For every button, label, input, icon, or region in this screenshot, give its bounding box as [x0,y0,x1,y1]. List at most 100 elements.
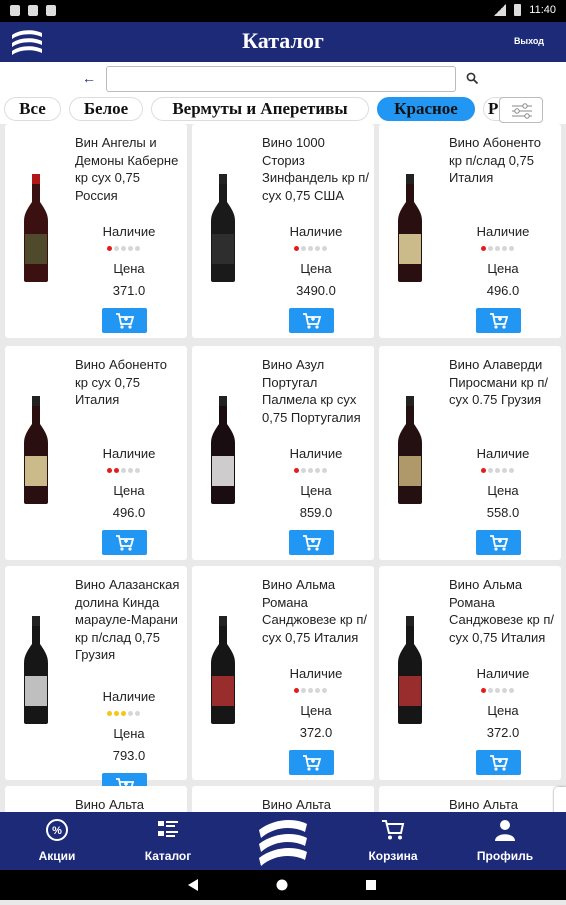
price-value: 3490.0 [296,283,336,298]
search-icon[interactable] [466,72,479,85]
product-card[interactable]: Вино 1000 Сториз Зинфандель кр п/сух 0,7… [192,124,374,338]
price-value: 372.0 [486,725,520,740]
stock-level-indicator [107,246,140,251]
wine-bottle-image [24,616,48,724]
add-to-cart-button[interactable] [476,750,521,775]
stock-label: Наличие [289,224,343,239]
stock-label: Наличие [476,666,530,681]
stock-label: Наличие [289,446,343,461]
add-to-cart-button[interactable] [289,750,334,775]
brand-logo-icon[interactable] [255,814,311,870]
catalog-list-icon [158,821,178,837]
product-card[interactable]: Вино Алазанская долина Кинда марауле-Мар… [5,566,187,798]
nav-profile[interactable]: Профиль [460,812,550,870]
clock: 11:40 [529,4,556,16]
price-label: Цена [300,483,332,498]
nav-promos-label: Акции [38,849,76,863]
chip-red[interactable]: Красное [377,97,475,121]
add-to-cart-button[interactable] [476,308,521,333]
system-recents-icon[interactable] [366,880,376,890]
price-label: Цена [487,703,519,718]
nav-profile-label: Профиль [476,849,534,863]
nav-cart-label: Корзина [368,849,418,863]
product-card[interactable]: Вино Азул Португал Палмела кр сух 0,75 П… [192,346,374,560]
stock-label: Наличие [102,224,156,239]
price-value: 371.0 [112,283,146,298]
stock-label: Наличие [289,666,343,681]
battery-icon [514,4,522,16]
nav-catalog[interactable]: Каталог [123,812,213,870]
search-row: ← [0,62,566,96]
bottom-navigation: % Акции Каталог Корзина Профиль [0,812,566,870]
price-label: Цена [300,703,332,718]
stock-level-indicator [481,246,514,251]
add-to-cart-button[interactable] [476,530,521,555]
product-name: Вино Абоненто кр сух 0,75 Италия [75,357,167,407]
search-input[interactable] [106,66,456,92]
add-to-cart-button[interactable] [289,530,334,555]
add-to-cart-icon [490,535,509,551]
add-to-cart-icon [490,313,509,329]
add-to-cart-button[interactable] [289,308,334,333]
price-value: 859.0 [299,505,333,520]
stock-label: Наличие [476,224,530,239]
price-label: Цена [300,261,332,276]
price-value: 496.0 [486,283,520,298]
wine-bottle-image [211,174,235,282]
signal-icon [494,4,507,16]
wine-bottle-image [211,616,235,724]
product-name: Вино Альта [262,797,332,812]
stock-level-indicator [107,468,140,473]
product-card[interactable]: Вино Альта [5,786,187,812]
product-card[interactable]: Вино Альма Романа Санджовезе кр п/сух 0,… [379,566,561,780]
price-value: 793.0 [112,748,146,763]
stock-level-indicator [481,688,514,693]
stock-label: Наличие [102,689,156,704]
add-to-cart-button[interactable] [102,530,147,555]
wine-bottle-image [24,174,48,282]
back-arrow-icon[interactable]: ← [82,70,96,86]
price-label: Цена [113,261,145,276]
chip-vermouth[interactable]: Вермуты и Аперетивы [151,97,369,121]
add-to-cart-icon [303,535,322,551]
price-label: Цена [113,483,145,498]
price-label: Цена [113,726,145,741]
product-name: Вин Ангелы и Демоны Каберне кр сух 0,75 … [75,135,179,203]
add-to-cart-icon [303,755,322,771]
product-name: Вино Алаверди Пиросмани кр п/сух 0.75 Гр… [449,357,548,407]
product-card[interactable]: Вино Альта [379,786,561,812]
nav-cart[interactable]: Корзина [348,812,438,870]
product-card[interactable]: Вино Алаверди Пиросмани кр п/сух 0.75 Гр… [379,346,561,560]
filter-button[interactable] [499,97,543,123]
cart-icon [382,820,405,840]
product-card[interactable]: Вино Абоненто кр сух 0,75 Италия Наличие Ц… [5,346,187,560]
price-label: Цена [487,261,519,276]
chip-all[interactable]: Все [4,97,61,121]
product-name: Вино 1000 Сториз Зинфандель кр п/сух 0,7… [262,135,369,203]
page-title: Каталог [242,28,324,53]
exit-button[interactable]: Выход [514,36,544,46]
price-value: 496.0 [112,505,146,520]
system-back-icon[interactable] [188,879,198,891]
stock-label: Наличие [476,446,530,461]
product-name: Вино Альта [449,797,519,812]
add-to-cart-button[interactable] [102,308,147,333]
add-to-cart-icon [116,313,135,329]
product-name: Вино Альта [75,797,145,812]
product-name: Вино Альма Романа Санджовезе кр п/сух 0,… [262,577,367,645]
wine-bottle-image [398,616,422,724]
product-name: Вино Альма Романа Санджовезе кр п/сух 0,… [449,577,554,645]
price-value: 372.0 [299,725,333,740]
product-card[interactable]: Вино Альма Романа Санджовезе кр п/сух 0,… [192,566,374,780]
system-home-icon[interactable] [276,879,288,891]
profile-icon [495,820,515,841]
product-card[interactable]: Вин Ангелы и Демоны Каберне кр сух 0,75 … [5,124,187,338]
notification-icons [10,5,56,16]
nav-promos[interactable]: % Акции [12,812,102,870]
product-card[interactable]: Вино Альта [192,786,374,812]
stock-level-indicator [294,468,327,473]
notification-icon [28,5,38,16]
chip-white[interactable]: Белое [69,97,143,121]
stock-label: Наличие [102,446,156,461]
product-card[interactable]: Вино Абоненто кр п/слад 0,75 Италия Налич… [379,124,561,338]
